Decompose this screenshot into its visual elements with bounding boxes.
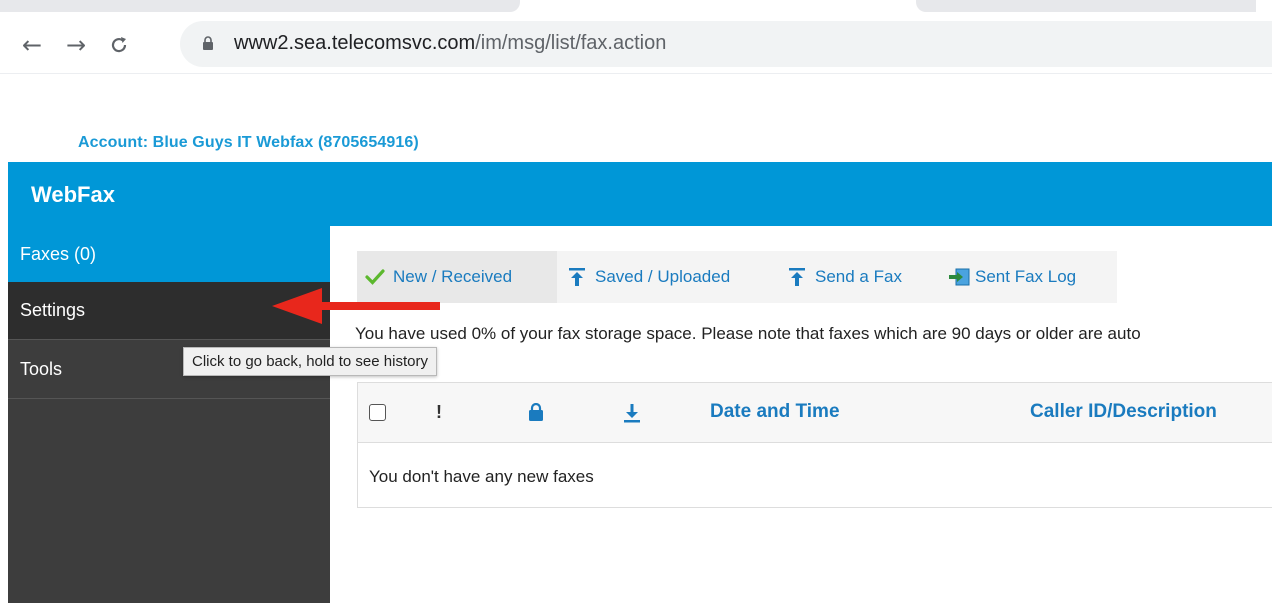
upload-icon [789, 268, 805, 286]
tooltip-text: Click to go back, hold to see history [192, 353, 428, 370]
fax-table: ! Date and Time Caller ID/Description Yo… [357, 382, 1272, 508]
upload-icon [569, 268, 585, 286]
sidebar-item-faxes[interactable]: Faxes (0) [8, 226, 330, 282]
url-path: /im/msg/list/fax.action [475, 32, 667, 54]
browser-tabstrip [0, 0, 1272, 16]
back-button-tooltip: Click to go back, hold to see history [183, 347, 437, 376]
tab-send-fax[interactable]: Send a Fax [787, 251, 902, 303]
sent-log-icon [949, 268, 970, 286]
sidebar-item-label: Faxes (0) [20, 243, 97, 264]
account-label: Account: Blue Guys IT Webfax (8705654916… [78, 134, 419, 151]
tab-label: Sent Fax Log [975, 267, 1077, 286]
arrow-left-icon[interactable]: ← [17, 30, 47, 60]
download-icon[interactable] [623, 403, 641, 423]
tab-sent-fax-log[interactable]: Sent Fax Log [947, 251, 1076, 303]
url-text[interactable]: www2.sea.telecomsvc.com/im/msg/list/fax.… [234, 32, 666, 55]
browser-toolbar: ← → www2.sea.telecomsvc.com/im/msg/list/… [0, 16, 1272, 74]
sidebar-item-label: Tools [20, 359, 63, 379]
main-content: New / Received Saved / Uploaded Send a F… [330, 226, 1272, 603]
address-bar[interactable]: www2.sea.telecomsvc.com/im/msg/list/fax.… [180, 21, 1272, 67]
check-icon [365, 269, 385, 285]
arrow-right-icon[interactable]: → [61, 30, 91, 60]
select-all-checkbox[interactable] [369, 404, 386, 421]
fax-tabs: New / Received Saved / Uploaded Send a F… [357, 251, 1117, 303]
red-arrow-annotation [272, 288, 440, 324]
fax-table-header: ! Date and Time Caller ID/Description [358, 383, 1272, 443]
browser-tab[interactable] [0, 0, 520, 12]
lock-icon[interactable] [528, 403, 544, 421]
app-header: WebFax [8, 162, 1272, 226]
browser-tab[interactable] [916, 0, 1256, 12]
lock-icon [203, 36, 213, 50]
sidebar: Faxes (0) Settings Tools [8, 226, 330, 603]
importance-column[interactable]: ! [436, 402, 442, 423]
storage-note: You have used 0% of your fax storage spa… [355, 324, 1141, 343]
app-title: WebFax [31, 182, 115, 207]
tab-saved-uploaded[interactable]: Saved / Uploaded [567, 251, 730, 303]
tab-label: New / Received [393, 267, 513, 286]
empty-message: You don't have any new faxes [369, 467, 594, 486]
url-host: www2.sea.telecomsvc.com [234, 32, 476, 54]
date-time-column[interactable]: Date and Time [710, 401, 840, 423]
reload-icon[interactable] [104, 30, 134, 60]
caller-id-column[interactable]: Caller ID/Description [1030, 401, 1217, 423]
tab-label: Send a Fax [815, 267, 902, 286]
sidebar-item-label: Settings [20, 300, 86, 320]
tab-label: Saved / Uploaded [595, 267, 731, 286]
